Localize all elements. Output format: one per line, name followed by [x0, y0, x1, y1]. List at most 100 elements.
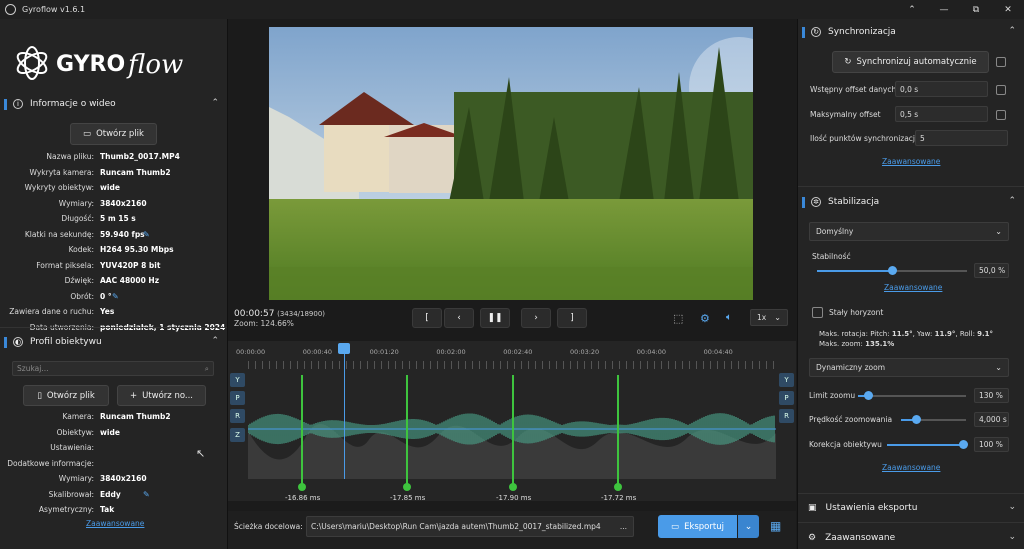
edit-icon[interactable]: ✎ — [112, 292, 119, 301]
create-new-button[interactable]: + Utwórz no... — [117, 385, 206, 406]
chevron-down-icon[interactable]: ⌄ — [1008, 532, 1016, 542]
lens-info-value: Runcam Thumb2 — [100, 412, 171, 421]
sync-offset-label: -17.90 ms — [496, 494, 532, 502]
video-info-value: 0 ° — [100, 291, 112, 301]
audio-icon[interactable]: 🔈︎ — [726, 312, 732, 323]
lens-info-key: Kamera: — [62, 412, 94, 421]
pitch-toggle-right[interactable]: P — [779, 391, 794, 405]
roll-toggle-right[interactable]: R — [779, 409, 794, 423]
video-info-row: Dźwięk: AAC 48000 Hz — [0, 276, 228, 289]
in-point-button[interactable]: [ — [412, 308, 442, 328]
sync-point-handle[interactable] — [509, 483, 517, 491]
render-queue-icon[interactable]: ▦ — [770, 519, 781, 533]
chevron-up-icon[interactable]: ⌃ — [211, 336, 219, 346]
zoom-limit-input[interactable]: 130 % — [974, 388, 1009, 403]
info-icon: i — [13, 99, 23, 109]
video-info-header[interactable]: i Informacje o wideo ⌃ — [0, 93, 227, 115]
center-panel: 00:00:57 (3434/18900) Zoom: 124.66% [ ‹ … — [228, 19, 796, 549]
collapse-icon[interactable]: ⌃ — [896, 0, 928, 19]
sync-advanced-link[interactable]: Zaawansowane — [882, 157, 940, 166]
video-info-key: Klatki na sekundę: — [24, 229, 94, 239]
stabilization-toggle-icon[interactable]: ⚙ — [700, 312, 710, 325]
chevron-up-icon[interactable]: ⌃ — [211, 98, 219, 108]
smoothness-slider-knob[interactable] — [888, 266, 897, 275]
export-options-button[interactable]: ⌄ — [738, 515, 759, 538]
lens-open-file-button[interactable]: ▯ Otwórz plik — [23, 385, 109, 406]
export-settings-header[interactable]: ▣ Ustawienia eksportu ⌄ — [798, 497, 1024, 519]
output-path-input[interactable]: C:\Users\mariu\Desktop\Run Cam\jazda aut… — [306, 516, 634, 537]
video-icon: ▭ — [671, 521, 680, 532]
next-frame-button[interactable]: › — [521, 308, 551, 328]
export-button[interactable]: ▭ Eksportuj — [658, 515, 737, 538]
zoom-speed-input[interactable]: 4,000 s — [974, 412, 1009, 427]
stab-advanced-link[interactable]: Zaawansowane — [884, 283, 942, 292]
lens-search-input[interactable]: Szukaj... ⌕ — [12, 361, 214, 376]
sync-point-handle[interactable] — [298, 483, 306, 491]
lens-info-row: Asymetryczny: Tak — [0, 505, 228, 518]
yaw-toggle-right[interactable]: Y — [779, 373, 794, 387]
pitch-toggle[interactable]: P — [230, 391, 245, 405]
lens-advanced-link[interactable]: Zaawansowane — [86, 519, 144, 528]
browse-button[interactable]: ... — [620, 522, 627, 531]
restore-button[interactable]: ⧉ — [960, 0, 992, 19]
sync-header[interactable]: ↻ Synchronizacja ⌃ — [798, 21, 1024, 43]
lens-correction-input[interactable]: 100 % — [974, 437, 1009, 452]
timeline[interactable]: 00:00:00 00:00:40 00:01:20 00:02:00 00:02:40… — [228, 341, 796, 502]
smoothness-input[interactable]: 50,0 % — [974, 263, 1009, 278]
sync-point-marker[interactable] — [617, 375, 619, 490]
lens-correction-label: Korekcja obiektywu — [809, 440, 882, 449]
playback-speed-select[interactable]: 1x ⌄ — [750, 309, 788, 326]
stabilization-method-select[interactable]: Domyślny ⌄ — [809, 222, 1009, 241]
sync-points-input[interactable]: 5 — [915, 130, 1008, 146]
minimize-button[interactable]: — — [928, 0, 960, 19]
zoom-speed-slider[interactable] — [901, 415, 966, 424]
out-point-button[interactable]: ] — [557, 308, 587, 328]
chevron-up-icon[interactable]: ⌃ — [1008, 196, 1016, 206]
max-zoom-info: Maks. zoom: 135.1% — [819, 340, 895, 348]
video-preview[interactable] — [269, 27, 753, 300]
advanced-header[interactable]: ⚙ Zaawansowane ⌄ — [798, 527, 1024, 549]
lens-info-row: Ustawienia: — [0, 443, 228, 456]
play-pause-button[interactable]: ❚❚ — [480, 308, 510, 328]
zoom-limit-slider-knob[interactable] — [864, 391, 873, 400]
sync-point-marker[interactable] — [512, 375, 514, 490]
chevron-up-icon[interactable]: ⌃ — [1008, 26, 1016, 36]
lens-info-key: Wymiary: — [58, 474, 94, 483]
initial-offset-input[interactable]: 0,0 s — [895, 81, 988, 97]
sync-point-marker[interactable] — [406, 375, 408, 490]
sync-point-marker[interactable] — [301, 375, 303, 490]
crop-icon[interactable]: ⬚ — [673, 312, 683, 325]
stab-advanced-link-2[interactable]: Zaawansowane — [882, 463, 940, 472]
chevron-down-icon[interactable]: ⌄ — [1008, 502, 1016, 512]
zoom-toggle[interactable]: Z — [230, 428, 245, 442]
lens-correction-slider-knob[interactable] — [959, 440, 968, 449]
stabilization-header[interactable]: ✲ Stabilizacja ⌃ — [798, 191, 1024, 213]
lens-correction-slider[interactable] — [887, 440, 968, 449]
max-offset-checkbox[interactable] — [996, 110, 1006, 120]
playhead-handle[interactable] — [338, 343, 350, 354]
open-file-button[interactable]: ▭ Otwórz plik — [70, 123, 157, 145]
edit-icon[interactable]: ✎ — [143, 230, 150, 239]
zoom-limit-slider[interactable] — [858, 391, 966, 400]
zoom-mode-select[interactable]: Dynamiczny zoom ⌄ — [809, 358, 1009, 377]
initial-offset-checkbox[interactable] — [996, 85, 1006, 95]
video-info-row: Kodek: H264 95.30 Mbps — [0, 245, 228, 258]
prev-frame-button[interactable]: ‹ — [444, 308, 474, 328]
close-button[interactable]: ✕ — [992, 0, 1024, 19]
lens-info-value: Eddy — [100, 489, 121, 499]
zoom-speed-slider-knob[interactable] — [912, 415, 921, 424]
auto-sync-checkbox[interactable] — [996, 57, 1006, 67]
sync-point-handle[interactable] — [403, 483, 411, 491]
lens-info-row: Wymiary: 3840x2160 — [0, 474, 228, 487]
lens-profile-header[interactable]: ◐ Profil obiektywu ⌃ — [0, 331, 227, 353]
roll-toggle[interactable]: R — [230, 409, 245, 423]
yaw-toggle[interactable]: Y — [230, 373, 245, 387]
horizon-lock-checkbox[interactable] — [812, 307, 823, 318]
edit-icon[interactable]: ✎ — [143, 490, 150, 499]
auto-sync-button[interactable]: ↻ Synchronizuj automatycznie — [832, 51, 989, 73]
max-offset-input[interactable]: 0,5 s — [895, 106, 988, 122]
playhead[interactable] — [344, 343, 345, 479]
time-tick-label: 00:04:40 — [703, 348, 733, 356]
sync-point-handle[interactable] — [614, 483, 622, 491]
smoothness-slider[interactable] — [817, 266, 967, 275]
